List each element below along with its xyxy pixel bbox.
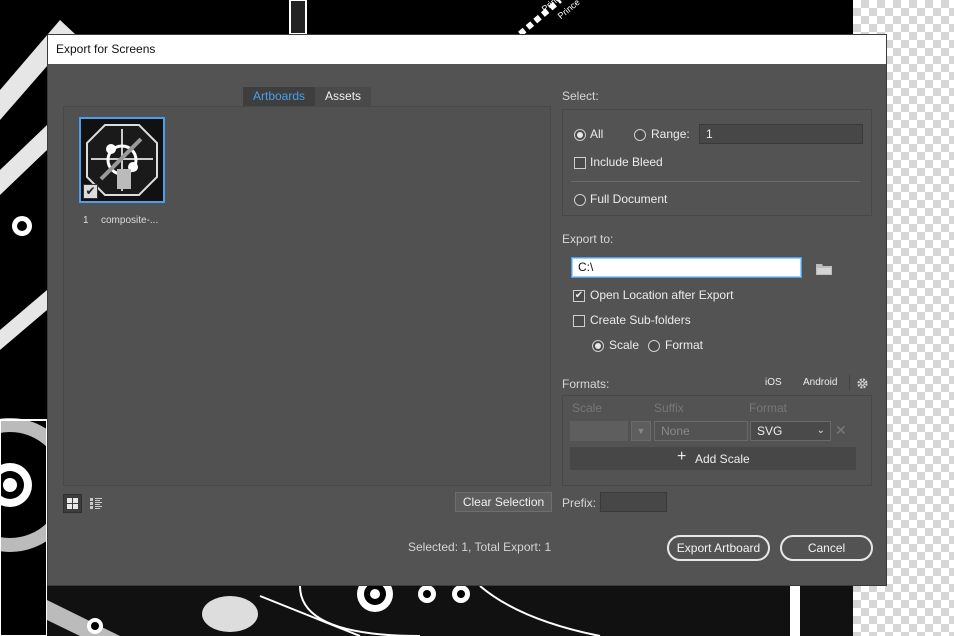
divider [849, 375, 850, 391]
list-view-icon [89, 498, 102, 509]
remove-scale-icon[interactable]: ✕ [835, 422, 847, 439]
add-scale-button[interactable]: + Add Scale [570, 447, 856, 470]
include-bleed-label: Include Bleed [590, 155, 663, 169]
format-settings-button[interactable] [856, 377, 869, 393]
grid-view-icon [67, 498, 78, 509]
select-heading: Select: [562, 89, 599, 103]
artboard-checkbox[interactable]: ✔ [83, 184, 98, 199]
export-for-screens-dialog: Export for Screens Artboards Assets ✔ 1 … [47, 34, 887, 586]
scale-input[interactable] [570, 421, 628, 441]
artboard-thumbnail[interactable]: ✔ [79, 117, 165, 203]
subfolder-scale-radio[interactable] [592, 340, 604, 352]
export-status-text: Selected: 1, Total Export: 1 [408, 540, 552, 554]
formats-group: Scale Suffix Format ▼ None SVG ⌄ ✕ + Add… [562, 395, 872, 486]
export-artboard-button[interactable]: Export Artboard [667, 535, 770, 561]
android-preset-button[interactable]: Android [803, 377, 837, 388]
formats-heading: Formats: [562, 377, 610, 391]
tab-bar: Artboards Assets [243, 87, 372, 106]
range-radio-label: Range: [651, 127, 690, 141]
full-document-label: Full Document [590, 192, 668, 206]
suffix-placeholder: None [661, 424, 690, 438]
include-bleed-checkbox[interactable] [574, 157, 586, 169]
open-location-label: Open Location after Export [590, 288, 734, 302]
plus-icon: + [677, 448, 687, 465]
all-radio[interactable] [574, 129, 586, 141]
scale-dropdown-button[interactable]: ▼ [631, 421, 651, 441]
export-to-heading: Export to: [562, 232, 614, 246]
add-scale-label: Add Scale [695, 452, 750, 466]
range-input[interactable]: 1 [699, 124, 863, 144]
tab-artboards[interactable]: Artboards [243, 87, 316, 106]
artboard-name: composite-... [101, 215, 159, 226]
artboard-number: 1 [83, 215, 89, 226]
full-document-radio[interactable] [574, 194, 586, 206]
format-select-value: SVG [757, 424, 783, 438]
grid-view-button[interactable] [63, 494, 82, 513]
open-location-checkbox[interactable]: ✔ [573, 290, 585, 302]
folder-icon [816, 264, 832, 275]
browse-folder-button[interactable] [816, 262, 833, 278]
divider [571, 181, 860, 182]
subfolder-format-label: Format [665, 338, 704, 352]
suffix-column-header: Suffix [654, 401, 684, 415]
create-subfolders-label: Create Sub-folders [590, 313, 691, 327]
tab-assets[interactable]: Assets [315, 87, 372, 106]
prefix-input[interactable] [600, 492, 667, 512]
gear-icon [857, 378, 868, 389]
subfolder-format-radio[interactable] [648, 340, 660, 352]
range-radio[interactable] [634, 129, 646, 141]
format-select[interactable]: SVG ⌄ [750, 421, 831, 441]
subfolder-scale-label: Scale [609, 338, 640, 352]
suffix-input[interactable]: None [654, 421, 748, 441]
ios-preset-button[interactable]: iOS [765, 377, 782, 388]
select-group: All Range: 1 Include Bleed Full Document [562, 109, 872, 216]
create-subfolders-checkbox[interactable] [573, 315, 585, 327]
export-path-input[interactable]: C:\ [571, 257, 802, 278]
format-column-header: Format [749, 401, 788, 415]
chevron-down-icon: ⌄ [816, 425, 825, 436]
all-radio-label: All [590, 127, 604, 141]
dialog-title: Export for Screens [48, 35, 886, 64]
list-view-button[interactable] [86, 494, 105, 513]
cancel-button[interactable]: Cancel [780, 535, 873, 561]
prefix-label: Prefix: [562, 496, 597, 510]
scale-column-header: Scale [572, 401, 603, 415]
artboards-panel: ✔ 1 composite-... [63, 106, 551, 486]
clear-selection-button[interactable]: Clear Selection [455, 492, 552, 512]
